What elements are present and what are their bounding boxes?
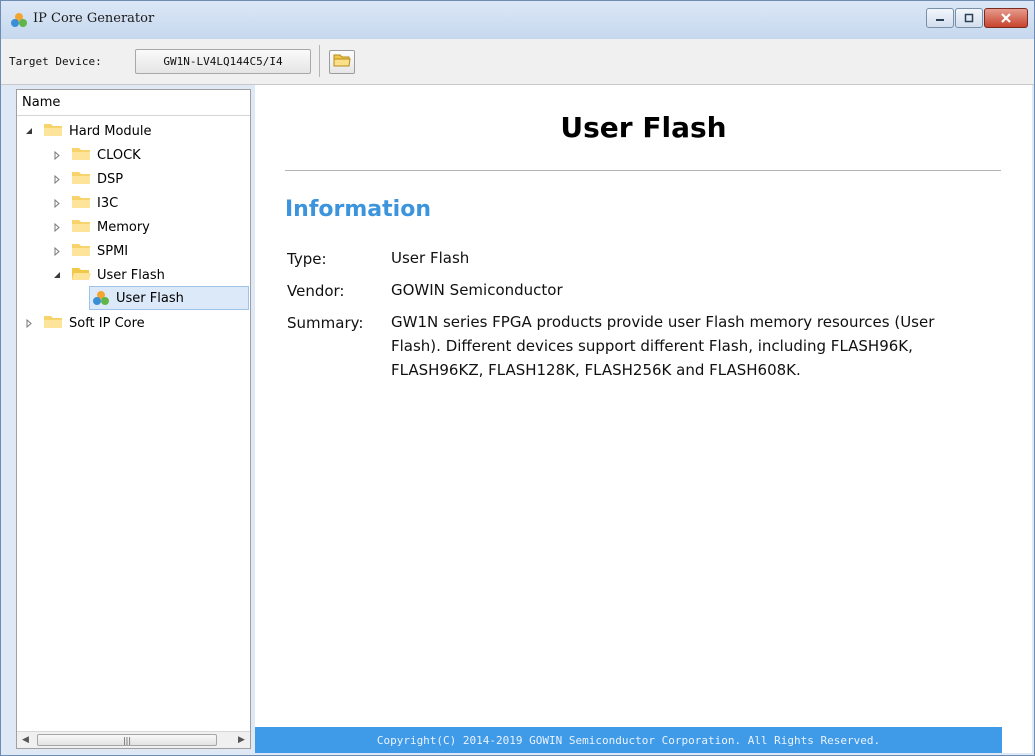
- tree-item-spmi[interactable]: SPMI: [51, 239, 128, 263]
- type-key: Type:: [287, 250, 327, 268]
- information-heading: Information: [285, 197, 431, 222]
- summary-key: Summary:: [287, 314, 364, 332]
- ip-core-icon: [92, 290, 110, 306]
- target-device-label: Target Device:: [9, 55, 102, 68]
- title-divider: [285, 170, 1001, 171]
- collapsed-arrow-icon[interactable]: [51, 245, 63, 257]
- title-bar: IP Core Generator: [1, 1, 1034, 39]
- app-icon: [10, 12, 28, 28]
- tree-item-label: DSP: [97, 171, 124, 187]
- collapsed-arrow-icon[interactable]: [51, 149, 63, 161]
- tree-item-clock[interactable]: CLOCK: [51, 143, 141, 167]
- open-folder-button[interactable]: [329, 50, 355, 74]
- scroll-left-icon[interactable]: ◀: [17, 732, 34, 748]
- folder-icon: [71, 170, 91, 189]
- collapsed-arrow-icon[interactable]: [51, 221, 63, 233]
- collapsed-arrow-icon[interactable]: [23, 317, 35, 329]
- scrollbar-thumb[interactable]: |||: [37, 734, 217, 746]
- tree-item-soft-ip-core[interactable]: Soft IP Core: [23, 311, 145, 335]
- tree-column-header[interactable]: Name: [17, 90, 250, 116]
- folder-icon: [71, 194, 91, 213]
- window-title: IP Core Generator: [33, 11, 155, 26]
- tree-item-label: SPMI: [97, 243, 129, 259]
- ip-detail-panel: User Flash Information Type: User Flash …: [255, 85, 1032, 753]
- tree-item-label: Soft IP Core: [69, 315, 145, 331]
- expanded-arrow-icon[interactable]: [51, 269, 63, 281]
- tree-item-hard-module[interactable]: Hard Module: [23, 119, 152, 143]
- folder-open-icon: [333, 53, 351, 72]
- tree-item-label: Memory: [97, 219, 150, 235]
- tree-item-user-flash-folder[interactable]: User Flash: [51, 263, 165, 287]
- tree-item-label: User Flash: [116, 290, 184, 306]
- vendor-value: GOWIN Semiconductor: [391, 281, 563, 299]
- target-device-button[interactable]: GW1N-LV4LQ144C5/I4: [135, 49, 311, 74]
- toolbar-separator: [319, 45, 320, 77]
- ip-core-generator-window: IP Core Generator Target Device: GW1N-LV…: [0, 0, 1035, 756]
- vendor-key: Vendor:: [287, 282, 345, 300]
- toolbar: Target Device: GW1N-LV4LQ144C5/I4: [1, 39, 1034, 85]
- collapsed-arrow-icon[interactable]: [51, 173, 63, 185]
- tree-item-memory[interactable]: Memory: [51, 215, 150, 239]
- folder-icon: [43, 314, 63, 333]
- tree-item-user-flash-ip[interactable]: User Flash: [89, 286, 249, 310]
- folder-open-icon: [71, 266, 91, 285]
- tree-item-dsp[interactable]: DSP: [51, 167, 123, 191]
- window-controls: [925, 8, 1028, 30]
- expanded-arrow-icon[interactable]: [23, 125, 35, 137]
- tree-item-label: Hard Module: [69, 123, 152, 139]
- scroll-right-icon[interactable]: ▶: [233, 732, 250, 748]
- close-button[interactable]: [984, 8, 1028, 28]
- tree-item-label: CLOCK: [97, 147, 141, 163]
- tree-item-i3c[interactable]: I3C: [51, 191, 118, 215]
- doc-title: User Flash: [560, 111, 727, 144]
- minimize-button[interactable]: [926, 8, 954, 28]
- summary-value: GW1N series FPGA products provide user F…: [391, 313, 935, 379]
- collapsed-arrow-icon[interactable]: [51, 197, 63, 209]
- folder-icon: [43, 122, 63, 141]
- tree-item-label: I3C: [97, 195, 119, 211]
- tree-item-label: User Flash: [97, 267, 165, 283]
- folder-icon: [71, 218, 91, 237]
- folder-icon: [71, 146, 91, 165]
- ip-tree-panel: Name Hard Module CLOCK DSP I3C Memory SP…: [16, 89, 251, 749]
- maximize-button[interactable]: [955, 8, 983, 28]
- folder-icon: [71, 242, 91, 261]
- copyright-footer: Copyright(C) 2014-2019 GOWIN Semiconduct…: [255, 727, 1002, 753]
- horizontal-scrollbar[interactable]: ◀ ||| ▶: [17, 731, 250, 748]
- type-value: User Flash: [391, 249, 470, 267]
